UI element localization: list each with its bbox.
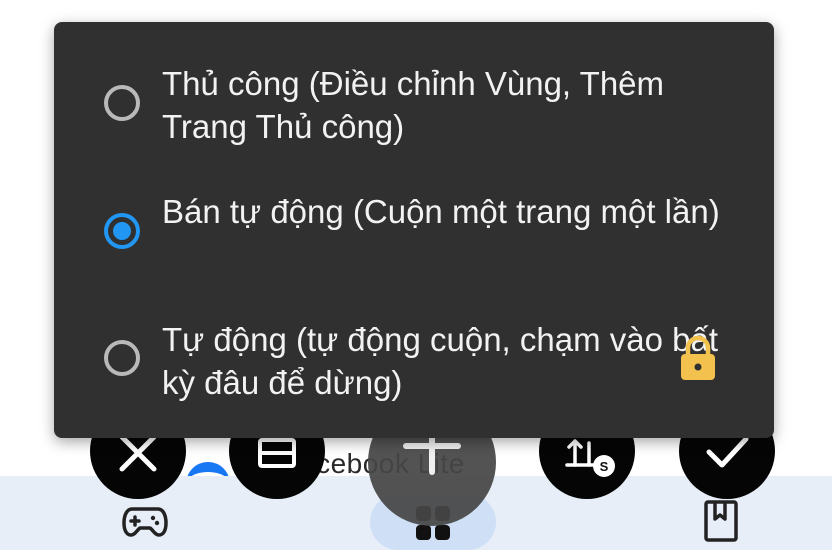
- option-label: Tự động (tự động cuộn, chạm vào bất kỳ đ…: [162, 321, 719, 401]
- bookmark-icon[interactable]: [703, 499, 739, 543]
- scroll-mode-dialog: Thủ công (Điều chỉnh Vùng, Thêm Trang Th…: [54, 22, 774, 438]
- radio-button-selected[interactable]: [104, 213, 140, 249]
- radio-button[interactable]: [104, 340, 140, 376]
- radio-button[interactable]: [104, 85, 140, 121]
- option-label: Thủ công (Điều chỉnh Vùng, Thêm Trang Th…: [162, 65, 665, 145]
- gamepad-icon[interactable]: [122, 503, 168, 539]
- lock-icon: [681, 335, 715, 380]
- option-label: Bán tự động (Cuộn một trang một lần): [162, 193, 720, 230]
- svg-text:S: S: [600, 459, 609, 474]
